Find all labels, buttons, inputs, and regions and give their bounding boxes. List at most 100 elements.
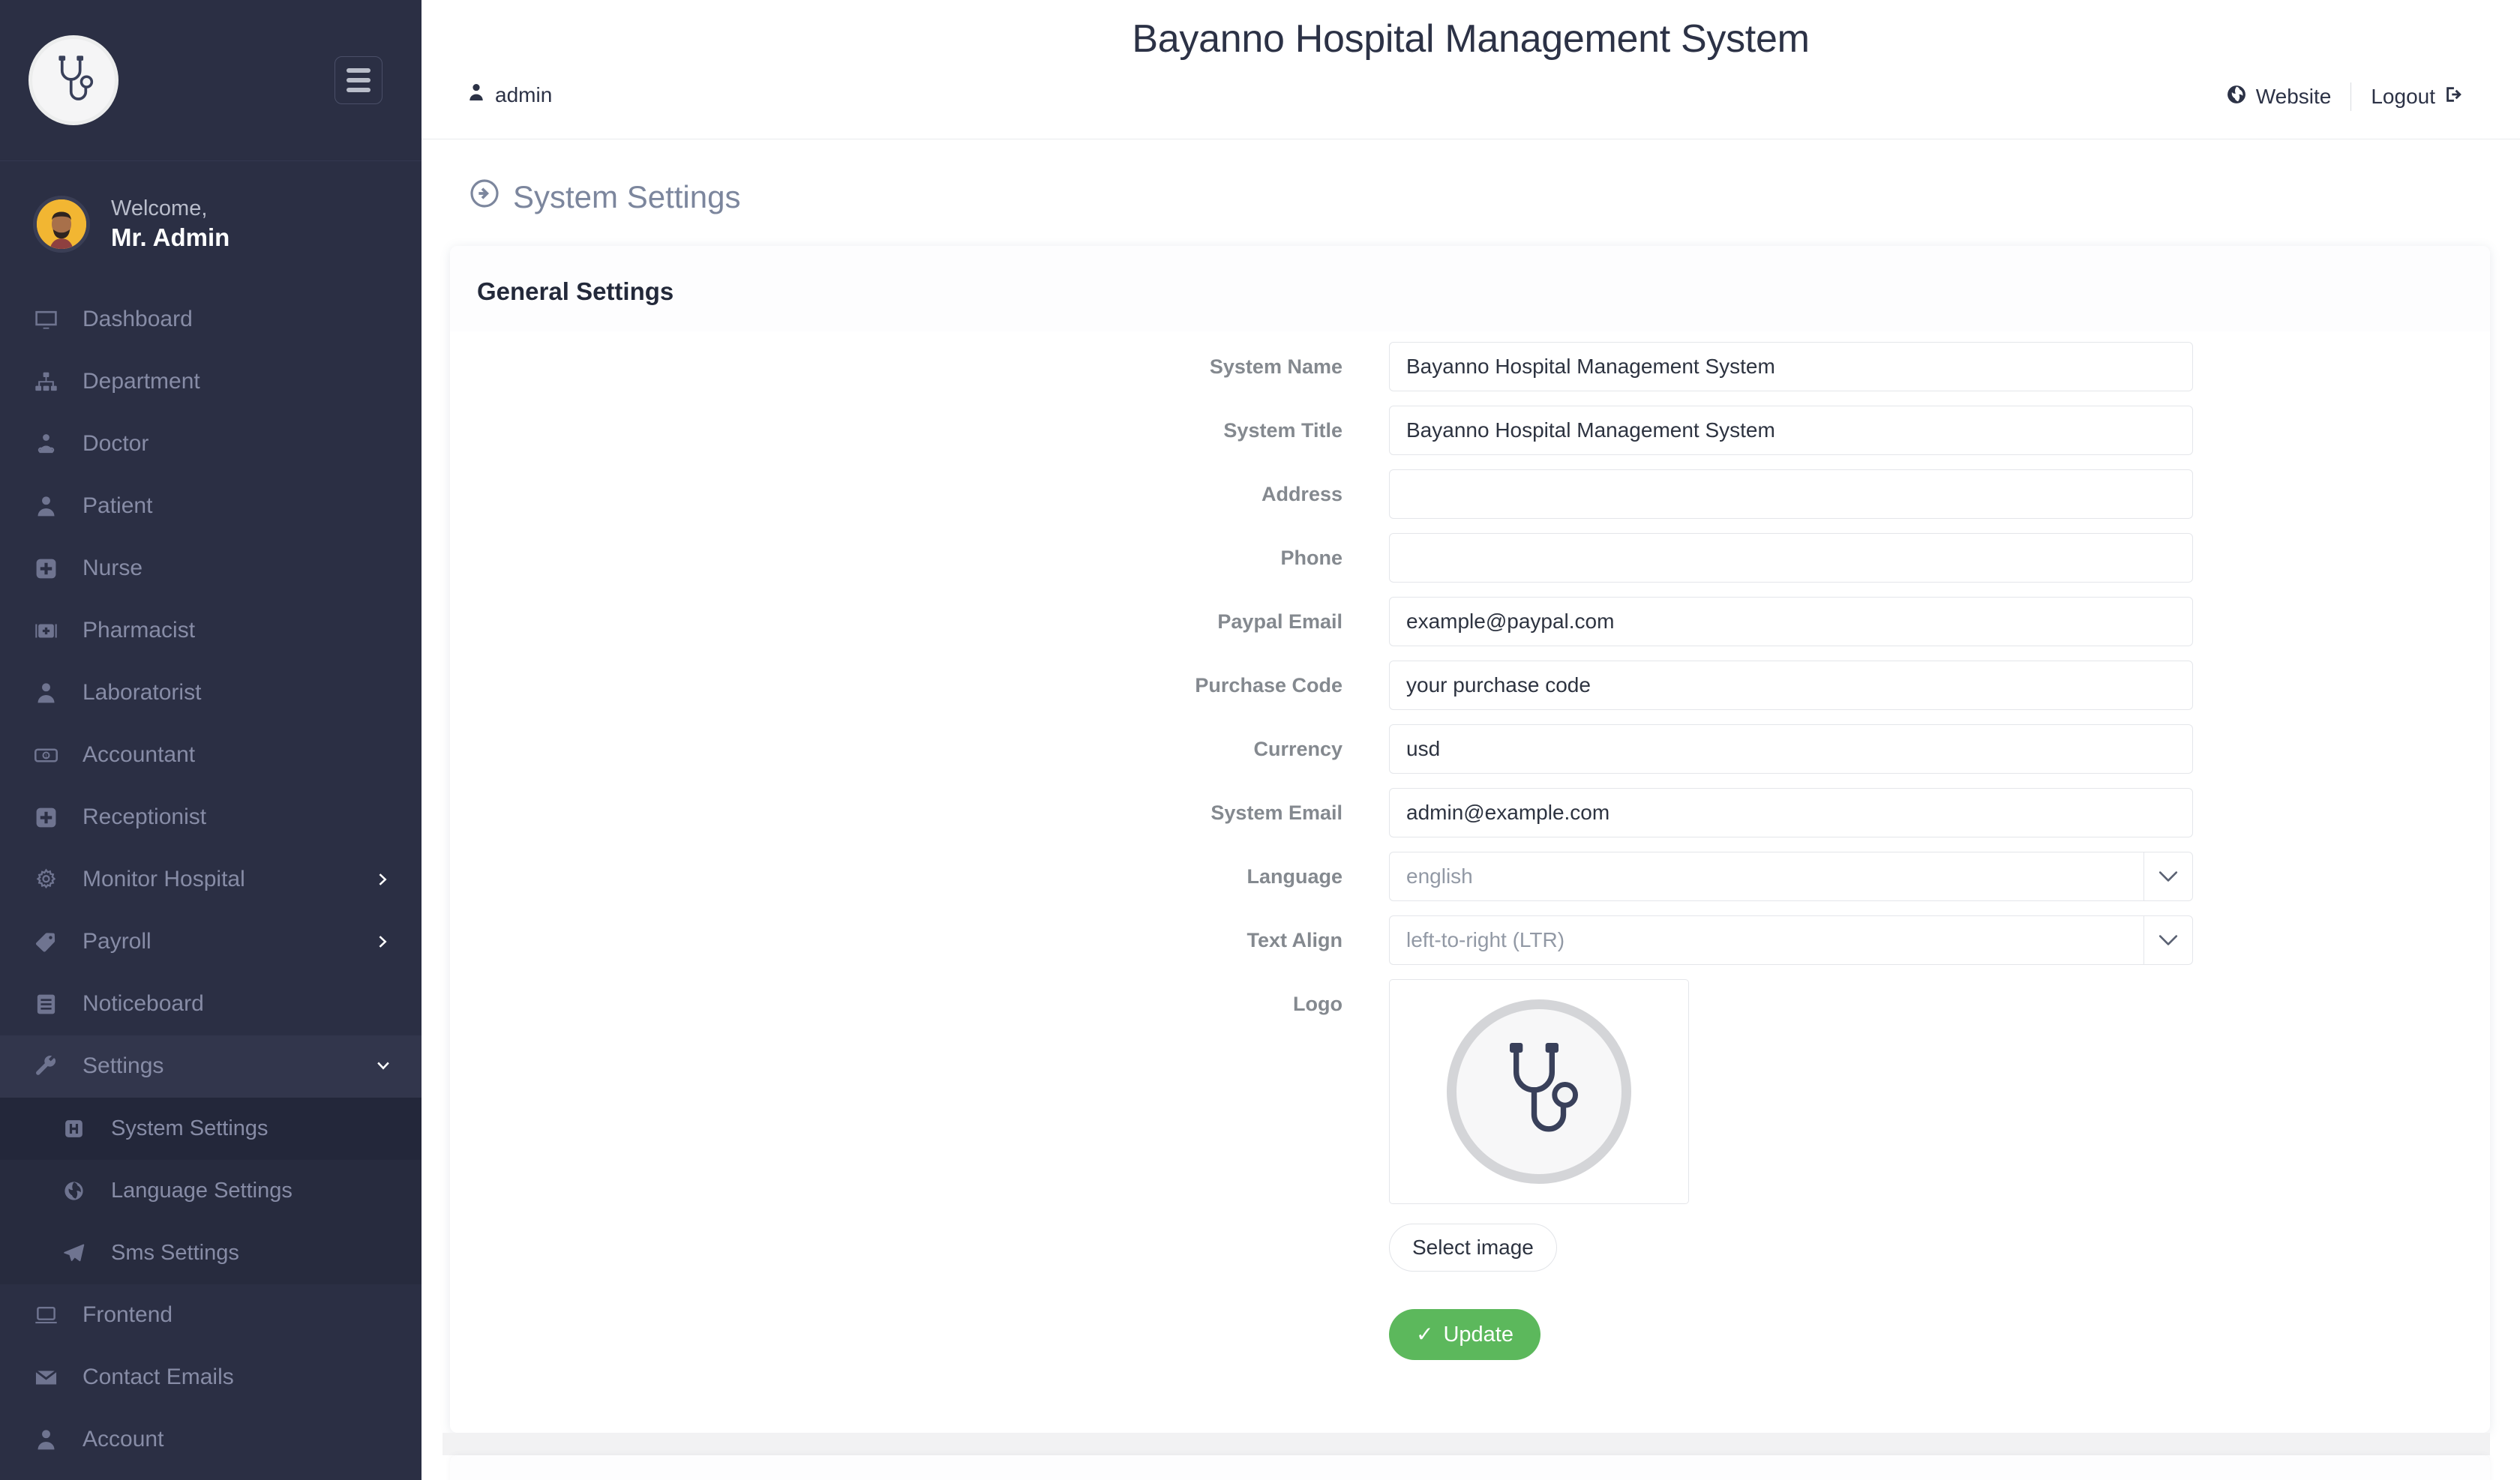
plus-square-icon [34,806,68,829]
sidebar-item-system-settings[interactable]: System Settings [0,1097,422,1160]
gear-icon [34,868,68,891]
money-bill-icon: 1 [34,744,68,767]
sidebar-item-laboratorist[interactable]: Laboratorist [0,662,422,724]
form-row-system-name: System Name [450,342,2490,391]
sidebar-item-label: Pharmacist [82,618,196,643]
main-area: Bayanno Hospital Management System admin… [422,0,2520,1480]
svg-text:1: 1 [45,753,48,759]
sidebar-item-contact-emails[interactable]: Contact Emails [0,1347,422,1409]
system-name-input[interactable] [1389,342,2193,391]
field-label: Phone [1280,546,1342,569]
page-title: System Settings [442,139,2490,246]
sidebar-item-label: Sms Settings [111,1240,239,1265]
card-gap [442,1433,2490,1455]
phone-input[interactable] [1389,533,2193,583]
topbar-user-label: admin [495,82,553,106]
purchase-code-input[interactable] [1389,661,2193,710]
hamburger-bar [346,88,370,92]
wrench-icon [34,1055,68,1078]
sidebar-item-sms-settings[interactable]: Sms Settings [0,1221,422,1284]
field-label: System Email [1210,801,1342,824]
logo-preview [1389,979,1689,1204]
form-row-address: Address [450,469,2490,519]
sidebar-item-label: Contact Emails [82,1365,234,1389]
laptop-icon [34,1304,68,1327]
hamburger-menu-icon[interactable] [334,56,382,104]
system-title-input[interactable] [1389,406,2193,455]
logout-link[interactable]: Logout [2351,85,2484,109]
sidebar-item-payroll[interactable]: Payroll [0,911,422,973]
paper-plane-icon [63,1242,96,1264]
sidebar-item-pharmacist[interactable]: Pharmacist [0,600,422,662]
paypal-email-input[interactable] [1389,597,2193,646]
sidebar-item-patient[interactable]: Patient [0,475,422,538]
chevron-down-icon[interactable] [2144,915,2193,965]
field-label: Purchase Code [1195,673,1342,697]
language-select[interactable]: english [1389,852,2144,901]
stethoscope-logo-icon [1447,999,1631,1184]
plus-square-icon [34,557,68,580]
sidebar-header [0,0,422,161]
avatar[interactable] [33,195,90,253]
sidebar-item-doctor[interactable]: Doctor [0,413,422,475]
sidebar-item-label: Receptionist [82,804,207,829]
field-label: System Name [1209,355,1342,378]
sidebar-item-monitor-hospital[interactable]: Monitor Hospital [0,849,422,911]
text-align-select[interactable]: left-to-right (LTR) [1389,915,2144,965]
sidebar-item-dashboard[interactable]: Dashboard [0,289,422,351]
card-title: General Settings [477,277,674,305]
sidebar-item-label: Doctor [82,431,149,456]
chevron-down-icon[interactable] [2144,852,2193,901]
sidebar-item-label: Laboratorist [82,680,202,705]
sidebar-item-noticeboard[interactable]: Noticeboard [0,973,422,1035]
globe-icon [2227,85,2246,109]
field-label: System Title [1223,418,1342,442]
form-row-system-title: System Title [450,406,2490,455]
sidebar-item-settings[interactable]: Settings [0,1035,422,1098]
sidebar-item-label: Frontend [82,1302,173,1327]
save-icon [63,1118,96,1140]
sidebar-item-accountant[interactable]: 1 Accountant [0,724,422,786]
sidebar-item-label: System Settings [111,1116,268,1140]
select-image-button[interactable]: Select image [1389,1224,1557,1272]
stethoscope-logo-icon[interactable] [28,35,118,125]
update-button[interactable]: ✓ Update [1389,1309,1540,1360]
next-card-peek [450,1455,2490,1480]
sidebar: Welcome, Mr. Admin Dashboard Department … [0,0,422,1480]
sidebar-item-account[interactable]: Account [0,1409,422,1471]
topbar: Bayanno Hospital Management System admin… [422,0,2520,139]
sidebar-item-language-settings[interactable]: Language Settings [0,1159,422,1222]
chevron-right-icon [375,871,392,888]
update-button-label: Update [1443,1322,1514,1347]
form-row-system-email: System Email [450,788,2490,837]
content-area: System Settings General Settings System … [422,139,2520,1480]
welcome-greeting: Welcome, [111,196,208,220]
sidebar-item-department[interactable]: Department [0,351,422,413]
logout-label: Logout [2371,85,2435,108]
sidebar-item-label: Department [82,369,200,394]
sidebar-item-label: Settings [82,1053,164,1078]
user-icon [34,1428,68,1452]
general-settings-card: General Settings System Name System Titl… [450,246,2490,1433]
field-label: Text Align [1246,928,1343,951]
sidebar-item-label: Accountant [82,742,196,767]
form-row-language: Language english [450,852,2490,901]
system-email-input[interactable] [1389,788,2193,837]
topbar-user[interactable]: admin [468,82,552,107]
sidebar-item-nurse[interactable]: Nurse [0,538,422,600]
field-label: Logo [1293,993,1342,1015]
card-header: General Settings [450,246,2490,331]
form-row-logo: Logo Select image ✓ Update [450,979,2490,1360]
sidebar-item-receptionist[interactable]: Receptionist [0,786,422,849]
globe-icon [63,1180,96,1202]
sidebar-item-frontend[interactable]: Frontend [0,1284,422,1347]
field-label: Address [1261,482,1342,505]
address-input[interactable] [1389,469,2193,519]
website-link[interactable]: Website [2207,85,2351,109]
sidebar-item-label: Account [82,1427,164,1452]
currency-input[interactable] [1389,724,2193,774]
sidebar-nav: Dashboard Department Doctor Patient Nurs [0,287,422,1471]
sidebar-item-label: Noticeboard [82,991,204,1016]
field-label: Currency [1253,737,1342,760]
hamburger-bar [346,78,370,82]
